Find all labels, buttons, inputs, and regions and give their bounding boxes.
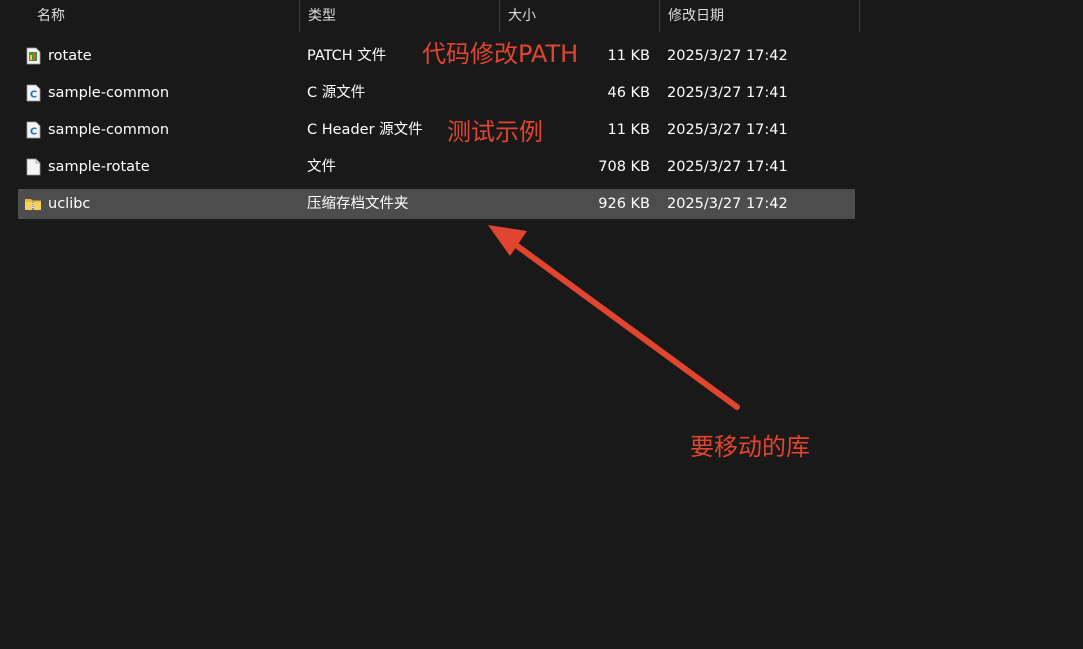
column-header-size[interactable]: 大小 — [499, 0, 660, 32]
file-date-modified: 2025/3/27 17:41 — [667, 122, 788, 138]
column-header-name[interactable]: 名称 — [29, 0, 300, 32]
annotation-library-note: 要移动的库 — [690, 433, 810, 461]
file-name: sample-common — [48, 122, 170, 138]
c-source-file-icon: C — [24, 84, 42, 102]
annotation-patch-note: 代码修改PATH — [422, 40, 579, 68]
file-size: 708 KB — [598, 159, 650, 175]
column-header-type[interactable]: 类型 — [299, 0, 500, 32]
c-header-file-icon: C — [24, 121, 42, 139]
file-row[interactable]: C sample-common C 源文件 46 KB 2025/3/27 17… — [18, 78, 855, 108]
column-header-bar: 名称 类型 大小 修改日期 — [0, 0, 860, 32]
file-row[interactable]: C sample-common C Header 源文件 11 KB 2025/… — [18, 115, 855, 145]
file-size: 11 KB — [607, 122, 650, 138]
file-type: PATCH 文件 — [307, 48, 387, 64]
file-size: 926 KB — [598, 196, 650, 212]
svg-text:C: C — [30, 127, 37, 138]
file-type: C 源文件 — [307, 85, 366, 101]
file-type: 文件 — [307, 159, 336, 175]
file-row[interactable]: sample-rotate 文件 708 KB 2025/3/27 17:41 — [18, 152, 855, 182]
file-date-modified: 2025/3/27 17:42 — [667, 196, 788, 212]
file-size: 46 KB — [607, 85, 650, 101]
patch-file-icon — [24, 47, 42, 65]
file-date-modified: 2025/3/27 17:41 — [667, 159, 788, 175]
file-size: 11 KB — [607, 48, 650, 64]
file-name: sample-common — [48, 85, 170, 101]
file-row-selected[interactable]: uclibc 压缩存档文件夹 926 KB 2025/3/27 17:42 — [18, 189, 855, 219]
file-name: sample-rotate — [48, 159, 150, 175]
file-date-modified: 2025/3/27 17:41 — [667, 85, 788, 101]
file-type: C Header 源文件 — [307, 122, 423, 138]
column-header-date-modified[interactable]: 修改日期 — [659, 0, 860, 32]
blank-file-icon — [24, 158, 42, 176]
annotation-test-note: 测试示例 — [447, 118, 543, 146]
zip-folder-icon — [24, 195, 42, 213]
file-name: rotate — [48, 48, 92, 64]
file-date-modified: 2025/3/27 17:42 — [667, 48, 788, 64]
file-type: 压缩存档文件夹 — [307, 196, 409, 212]
file-name: uclibc — [48, 196, 91, 212]
svg-text:C: C — [30, 90, 37, 101]
